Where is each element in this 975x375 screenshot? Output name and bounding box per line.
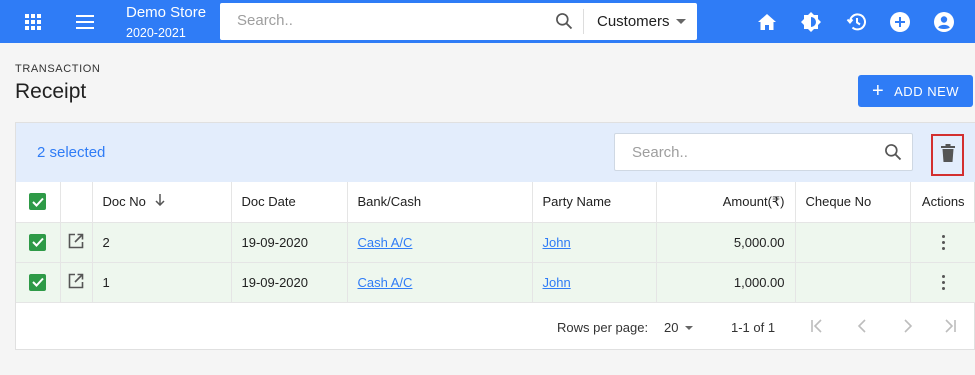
table-row[interactable]: 1 19-09-2020 Cash A/C John 1,000.00 xyxy=(16,262,975,303)
row-checkbox[interactable] xyxy=(29,233,47,251)
top-app-bar: Demo Store 2020-2021 Customers xyxy=(0,0,975,43)
cell-doc-date: 19-09-2020 xyxy=(231,262,348,303)
trash-icon xyxy=(940,143,955,167)
last-page-icon[interactable] xyxy=(942,318,958,337)
home-icon[interactable] xyxy=(756,0,778,43)
cell-party-name: John xyxy=(532,262,657,303)
table-search-input[interactable] xyxy=(632,144,862,161)
column-header-actions: Actions xyxy=(910,182,975,223)
more-vert-icon[interactable] xyxy=(941,274,945,291)
breadcrumb: TRANSACTION xyxy=(15,63,101,75)
row-select-cell xyxy=(16,222,61,263)
party-name-link[interactable]: John xyxy=(543,235,571,250)
table-row[interactable]: 2 19-09-2020 Cash A/C John 5,000.00 xyxy=(16,222,975,263)
cell-bank-cash: Cash A/C xyxy=(347,222,533,263)
cell-doc-no: 2 xyxy=(92,222,232,263)
select-all-cell xyxy=(16,182,61,223)
chevron-down-icon[interactable] xyxy=(676,19,686,24)
row-open-cell xyxy=(60,262,93,303)
rows-per-page-select[interactable]: 20 xyxy=(664,320,678,335)
cell-bank-cash: Cash A/C xyxy=(347,262,533,303)
page-range-text: 1-1 of 1 xyxy=(731,320,776,335)
receipt-table: Doc No Doc Date Bank/Cash Party Name Amo… xyxy=(16,182,975,303)
selection-toolbar: 2 selected xyxy=(16,123,975,182)
rows-per-page-label: Rows per page: xyxy=(557,320,649,335)
selected-count: 2 selected xyxy=(37,144,106,161)
cell-amount: 5,000.00 xyxy=(656,222,796,263)
previous-page-icon[interactable] xyxy=(855,318,871,337)
party-name-link[interactable]: John xyxy=(543,275,571,290)
cell-cheque-no xyxy=(795,262,911,303)
column-header-cheque-no[interactable]: Cheque No xyxy=(795,182,911,223)
add-new-button[interactable]: + ADD NEW xyxy=(858,75,973,107)
store-year: 2020-2021 xyxy=(126,26,186,40)
global-search-input[interactable] xyxy=(237,12,537,29)
search-scope-select[interactable]: Customers xyxy=(597,13,670,30)
apps-icon[interactable] xyxy=(22,0,44,43)
add-new-label: ADD NEW xyxy=(894,83,960,99)
store-name: Demo Store xyxy=(126,4,207,21)
cell-party-name: John xyxy=(532,222,657,263)
row-open-cell xyxy=(60,222,93,263)
column-header-doc-date[interactable]: Doc Date xyxy=(231,182,348,223)
add-circle-icon[interactable] xyxy=(889,0,911,43)
history-icon[interactable] xyxy=(845,0,867,43)
select-all-checkbox[interactable] xyxy=(29,193,47,211)
cell-actions xyxy=(910,262,975,303)
cell-amount: 1,000.00 xyxy=(656,262,796,303)
search-icon[interactable] xyxy=(883,142,903,167)
column-header-bank-cash[interactable]: Bank/Cash xyxy=(347,182,533,223)
menu-icon[interactable] xyxy=(74,0,96,43)
account-icon[interactable] xyxy=(933,0,955,43)
first-page-icon[interactable] xyxy=(809,318,825,337)
bank-cash-link[interactable]: Cash A/C xyxy=(358,235,413,250)
bank-cash-link[interactable]: Cash A/C xyxy=(358,275,413,290)
delete-selected-button[interactable] xyxy=(931,134,964,176)
table-pagination: Rows per page: 20 1-1 of 1 xyxy=(16,306,975,350)
column-header-amount[interactable]: Amount(₹) xyxy=(656,182,796,223)
search-icon[interactable] xyxy=(554,11,574,36)
global-search: Customers xyxy=(220,3,697,40)
cell-cheque-no xyxy=(795,222,911,263)
brightness-icon[interactable] xyxy=(800,0,822,43)
column-header-doc-no[interactable]: Doc No xyxy=(92,182,232,223)
table-header-row: Doc No Doc Date Bank/Cash Party Name Amo… xyxy=(16,182,975,223)
plus-icon: + xyxy=(871,80,885,102)
receipt-table-card: 2 selected Search.. Doc No Doc Date Bank… xyxy=(15,122,975,350)
search-divider xyxy=(583,9,584,34)
chevron-down-icon[interactable] xyxy=(685,326,693,330)
open-in-new-icon[interactable] xyxy=(68,233,84,252)
row-checkbox[interactable] xyxy=(29,273,47,291)
page-title: Receipt xyxy=(15,80,87,103)
cell-actions xyxy=(910,222,975,263)
more-vert-icon[interactable] xyxy=(941,234,945,251)
cell-doc-date: 19-09-2020 xyxy=(231,222,348,263)
row-select-cell xyxy=(16,262,61,303)
table-search xyxy=(614,133,913,171)
store-selector[interactable]: Demo Store 2020-2021 xyxy=(126,4,206,42)
sort-arrow-down-icon[interactable] xyxy=(155,194,166,209)
open-in-new-icon[interactable] xyxy=(68,273,84,292)
column-header-party-name[interactable]: Party Name xyxy=(532,182,657,223)
next-page-icon[interactable] xyxy=(899,318,915,337)
open-column-header xyxy=(60,182,93,223)
column-label-doc-no: Doc No xyxy=(102,194,146,210)
cell-doc-no: 1 xyxy=(92,262,232,303)
